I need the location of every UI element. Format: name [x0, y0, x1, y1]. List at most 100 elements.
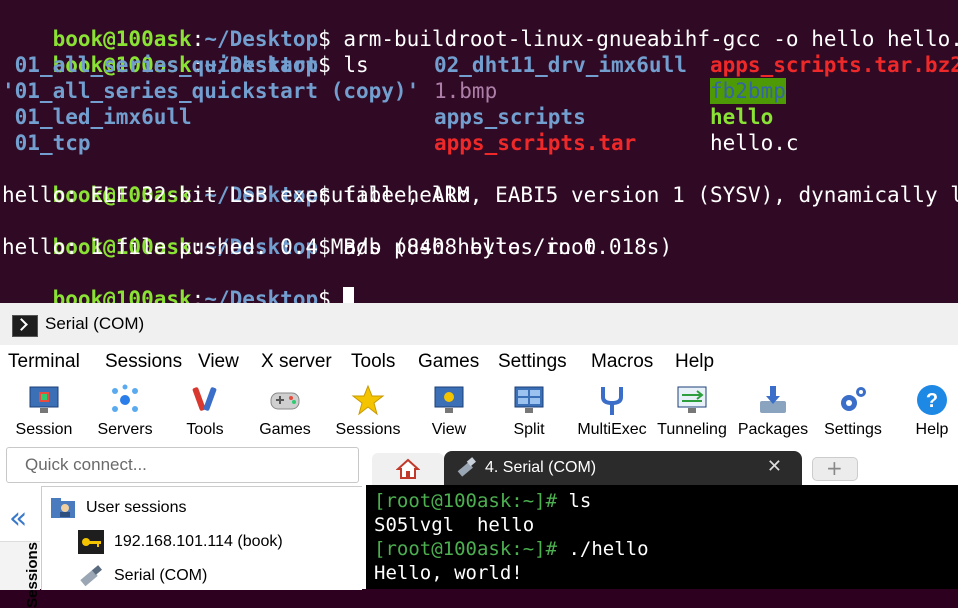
multiexec-button[interactable]: MultiExec: [574, 379, 650, 447]
tree-item-label: 192.168.101.114 (book): [114, 533, 283, 550]
toolbar-label: Servers: [97, 421, 153, 438]
terminal-line-ls: book@100ask:~/Desktop$ ls: [2, 26, 369, 77]
key-icon: [78, 530, 104, 554]
tree-root-label: User sessions: [86, 499, 187, 516]
help-button[interactable]: ? Help: [906, 379, 958, 447]
view-button[interactable]: View: [419, 379, 479, 447]
menu-macros[interactable]: Macros: [591, 350, 653, 374]
menu-bar: Terminal Sessions View X server Tools Ga…: [0, 345, 958, 379]
toolbar: Session Servers Tools Games Sessions Vie…: [0, 379, 958, 447]
terminal-line-gcc: book@100ask:~/Desktop$ arm-buildroot-lin…: [2, 0, 958, 51]
gear-icon: [841, 387, 866, 411]
games-button[interactable]: Games: [252, 379, 318, 447]
ls-entry: apps_scripts.tar: [434, 131, 637, 155]
serial-text: ./hello: [568, 538, 649, 560]
plus-icon: +: [826, 456, 843, 480]
ls-entry: 01_all_series_quickstart: [14, 53, 319, 77]
svg-text:?: ?: [926, 390, 938, 412]
settings-button[interactable]: Settings: [820, 379, 886, 447]
side-strip: « Sessions: [0, 489, 41, 608]
menu-tools[interactable]: Tools: [351, 350, 395, 374]
adb-output: hello: 1 file pushed. 0.4 MB/s (8408 byt…: [2, 235, 673, 259]
home-icon: [396, 458, 420, 479]
collapse-chevron-icon[interactable]: «: [9, 501, 27, 536]
ls-entry: hello: [710, 105, 774, 129]
ls-entry: 02_dht11_drv_imx6ull: [434, 53, 687, 77]
ls-entry: apps_scripts.tar.bz2: [710, 53, 958, 77]
side-tab-label: Sessions: [24, 542, 41, 608]
file-output: hello: ELF 32-bit LSB executable, ARM, E…: [2, 183, 958, 207]
servers-icon: [112, 384, 138, 412]
ls-entry: apps_scripts: [434, 105, 586, 129]
multiexec-icon: [601, 387, 623, 415]
servers-button[interactable]: Servers: [90, 379, 160, 447]
command-text: arm-buildroot-linux-gnueabihf-gcc -o hel…: [343, 27, 958, 51]
prompt-end: $: [318, 287, 344, 303]
terminal-app-icon: [12, 315, 38, 337]
toolbar-label: View: [431, 421, 467, 438]
menu-settings[interactable]: Settings: [498, 350, 567, 374]
window-titlebar[interactable]: Serial (COM): [0, 303, 958, 345]
menu-help[interactable]: Help: [675, 350, 714, 374]
serial-terminal[interactable]: [root@100ask:~]# ls S05lvgl hello [root@…: [366, 485, 958, 589]
session-button[interactable]: Session: [8, 379, 80, 447]
tools-icon: [192, 387, 217, 411]
serial-line: Hello, world!: [374, 562, 523, 584]
monitor-icon: [29, 386, 59, 413]
prompt-sep: :: [191, 287, 205, 303]
toolbar-label: Packages: [737, 421, 809, 438]
serial-line: [root@100ask:~]# ./hello: [374, 537, 649, 561]
ls-entry: '01_all_series_quickstart (copy)': [2, 79, 420, 103]
menu-games[interactable]: Games: [418, 350, 479, 374]
toolbar-label: Sessions: [335, 421, 401, 438]
sessions-side-tab[interactable]: Sessions: [0, 541, 41, 608]
toolbar-label: Tunneling: [657, 421, 727, 438]
user-folder-icon: [51, 498, 75, 518]
command-text: ls: [343, 53, 369, 77]
serial-line: S05lvgl hello: [374, 514, 535, 536]
toolbar-label: MultiExec: [577, 421, 647, 438]
serial-text: ls: [568, 490, 592, 512]
tunneling-icon: [677, 386, 707, 413]
quick-connect-input[interactable]: [23, 454, 347, 476]
serial-prompt: [root@100ask:~]#: [374, 538, 569, 560]
packages-button[interactable]: Packages: [737, 379, 809, 447]
menu-sessions[interactable]: Sessions: [105, 350, 182, 374]
toolbar-label: Settings: [824, 421, 882, 438]
terminal-line-current[interactable]: book@100ask:~/Desktop$: [2, 260, 355, 303]
session-tabs: 4. Serial (COM) ✕ +: [366, 451, 958, 485]
tools-button[interactable]: Tools: [173, 379, 237, 447]
menu-view[interactable]: View: [198, 350, 239, 374]
sessions-button[interactable]: Sessions: [332, 379, 404, 447]
sessions-tree: User sessions 192.168.101.114 (book) Ser…: [41, 486, 362, 590]
prompt-user: book@100ask: [52, 287, 192, 303]
mobaxterm-window: Serial (COM) Terminal Sessions View X se…: [0, 303, 958, 608]
packages-icon: [760, 386, 786, 413]
new-tab-button[interactable]: +: [812, 456, 858, 481]
ubuntu-terminal[interactable]: book@100ask:~/Desktop$ arm-buildroot-lin…: [0, 0, 958, 303]
menu-x-server[interactable]: X server: [261, 350, 332, 374]
menu-terminal[interactable]: Terminal: [8, 350, 80, 374]
tunneling-button[interactable]: Tunneling: [655, 379, 729, 447]
split-button[interactable]: Split: [500, 379, 558, 447]
quick-connect-box[interactable]: [6, 447, 359, 483]
ls-entry: fb2bmp: [710, 78, 786, 104]
close-icon[interactable]: ✕: [767, 456, 782, 477]
gamepad-icon: [270, 392, 300, 410]
ls-entry: hello.c: [710, 131, 799, 155]
home-tab[interactable]: [372, 453, 444, 485]
help-icon: ?: [917, 385, 947, 415]
toolbar-label: Tools: [186, 421, 224, 438]
tab-label: 4. Serial (COM): [485, 459, 597, 476]
serial-line: [root@100ask:~]# ls: [374, 489, 591, 513]
view-icon: [434, 386, 464, 413]
prompt-end: $: [318, 53, 344, 77]
text-cursor: [343, 287, 355, 303]
split-icon: [514, 386, 544, 413]
ls-entry: 01_led_imx6ull: [14, 105, 192, 129]
terminal-line-file: book@100ask:~/Desktop$ file hello: [2, 156, 470, 207]
ls-entry: 1.bmp: [434, 79, 498, 103]
star-icon: [351, 384, 385, 416]
window-title: Serial (COM): [45, 314, 145, 333]
tab-serial-com[interactable]: 4. Serial (COM) ✕: [444, 451, 802, 485]
